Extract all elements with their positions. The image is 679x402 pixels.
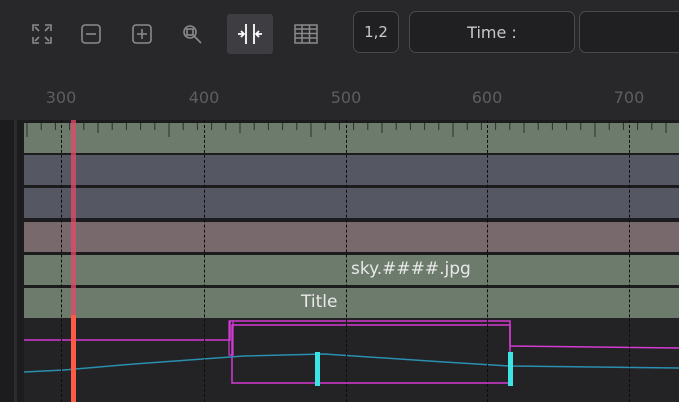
time-label: Time : [409, 11, 575, 53]
split-view-button[interactable] [227, 14, 273, 54]
ruler-track[interactable] [24, 123, 679, 153]
zoom-in-button[interactable] [126, 14, 158, 54]
zoom-out-icon [81, 24, 101, 44]
playhead[interactable] [71, 120, 76, 402]
keyframe-marker[interactable] [315, 352, 320, 386]
track-row[interactable] [24, 155, 679, 185]
spline-graph[interactable] [24, 318, 679, 402]
keyframe-selection-box[interactable] [231, 324, 511, 384]
clip-label: Title [301, 292, 338, 312]
zoom-region-button[interactable] [176, 14, 208, 54]
track-row[interactable] [24, 188, 679, 218]
grid-line [629, 120, 630, 402]
frame-format-toggle[interactable]: 1,2 [353, 11, 399, 53]
zoom-region-icon [183, 25, 202, 44]
clip-sky[interactable]: sky.####.jpg [24, 255, 679, 285]
time-input[interactable] [579, 11, 679, 53]
zoom-in-icon [132, 24, 152, 44]
clip-label: sky.####.jpg [351, 259, 471, 279]
blue-spline[interactable] [24, 353, 679, 373]
zoom-out-button[interactable] [75, 14, 107, 54]
grid-line [346, 120, 347, 402]
ruler-label: 600 [471, 88, 503, 107]
fit-view-icon [32, 24, 52, 44]
ruler-label: 700 [613, 88, 645, 107]
grid-line [487, 120, 488, 402]
ruler-label: 300 [45, 88, 77, 107]
ruler-label: 500 [330, 88, 362, 107]
track-row[interactable] [24, 222, 679, 252]
spreadsheet-button[interactable] [287, 14, 325, 54]
spreadsheet-icon [294, 24, 318, 44]
grid-line [61, 120, 62, 402]
split-view-icon [238, 24, 262, 44]
fit-view-button[interactable] [26, 14, 58, 54]
grid-line [204, 120, 205, 402]
tick-marks [26, 123, 667, 137]
timeline-toolbar: 1,2 Time : [0, 0, 679, 74]
keyframe-marker[interactable] [508, 352, 513, 386]
ruler-label: 400 [188, 88, 220, 107]
time-ruler[interactable]: 300 400 500 600 700 [0, 74, 679, 120]
track-header-strip [0, 120, 24, 402]
clip-title[interactable]: Title [24, 288, 679, 318]
